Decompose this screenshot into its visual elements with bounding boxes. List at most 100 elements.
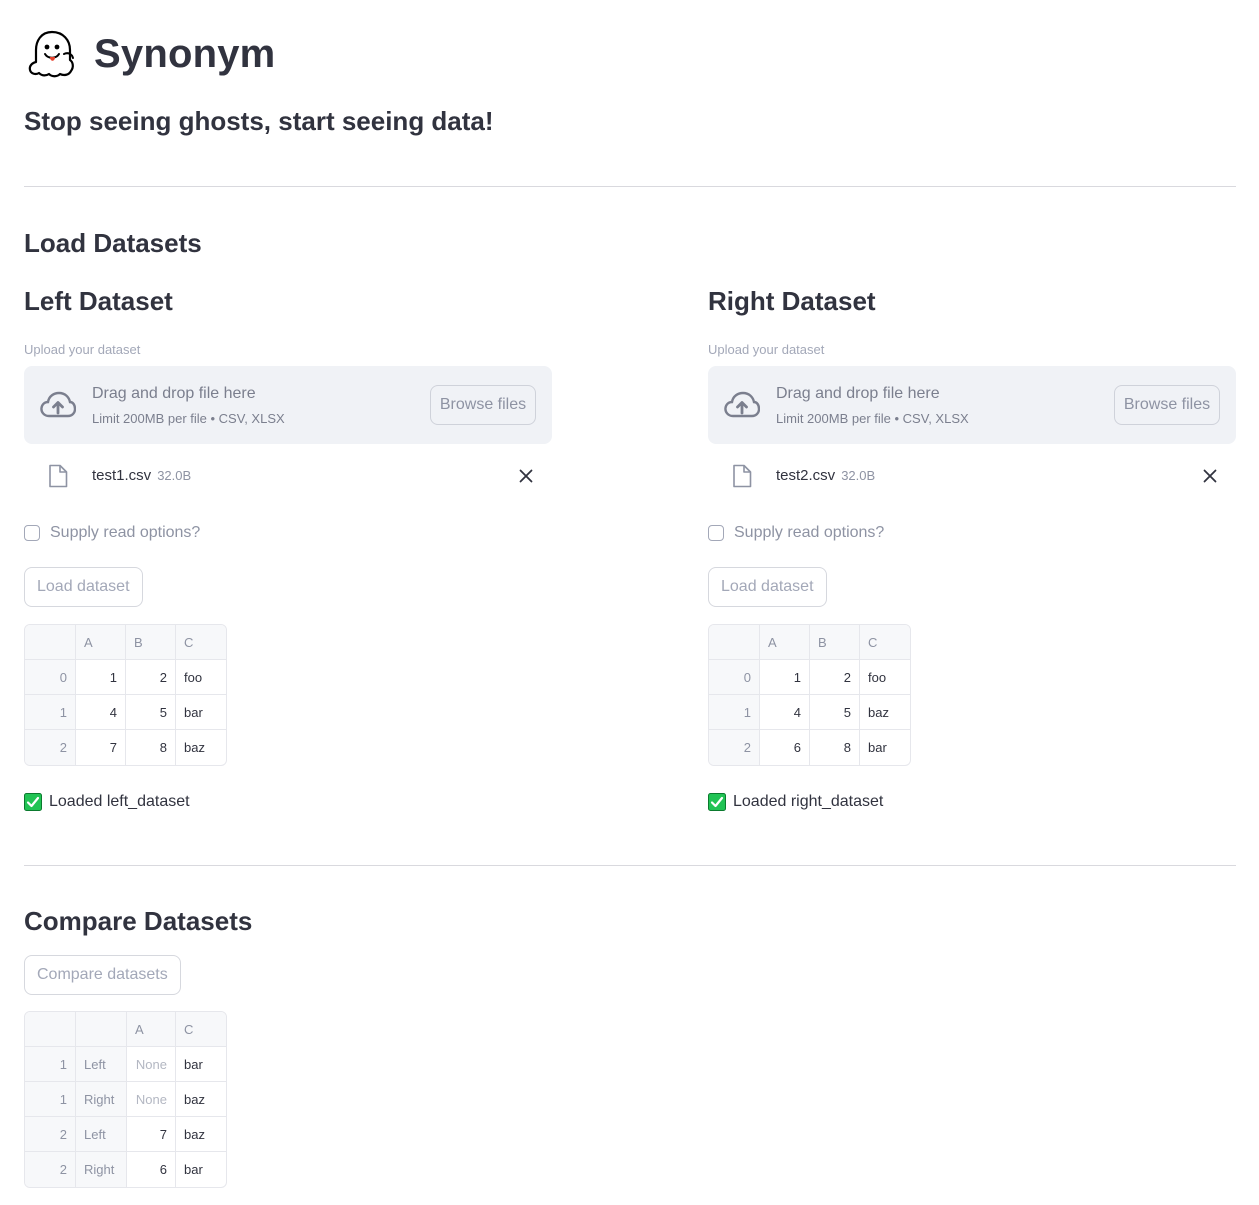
- file-icon: [49, 464, 68, 488]
- column-header: [76, 1012, 127, 1047]
- table-row: 2 6 8 bar: [709, 730, 910, 765]
- cell: 6: [760, 730, 810, 765]
- left-file-dropzone[interactable]: Drag and drop file here Limit 200MB per …: [24, 366, 552, 444]
- cell: foo: [860, 660, 910, 695]
- column-header: [25, 625, 76, 660]
- column-header: A: [760, 625, 810, 660]
- row-index: 1: [25, 1047, 76, 1082]
- left-dropzone-instructions: Drag and drop file here: [92, 385, 256, 402]
- table-row: 0 1 2 foo: [709, 660, 910, 695]
- row-index: 0: [25, 660, 76, 695]
- cell: 6: [127, 1152, 176, 1187]
- cell: bar: [184, 1162, 203, 1177]
- right-upload-label: Upload your dataset: [708, 342, 825, 357]
- cell: 8: [126, 730, 176, 765]
- right-read-options-checkbox[interactable]: Supply read options?: [708, 521, 1236, 545]
- cell: baz: [176, 1082, 226, 1117]
- column-header: A: [127, 1012, 176, 1047]
- row-index: 2: [25, 730, 76, 765]
- row-side: Left: [76, 1117, 127, 1152]
- left-uploaded-file: test1.csv 32.0B: [24, 444, 552, 502]
- row-index: 2: [25, 1152, 76, 1187]
- checkbox-box[interactable]: [708, 525, 724, 541]
- divider: [24, 865, 1236, 866]
- right-load-dataset-button[interactable]: Load dataset: [708, 567, 827, 607]
- column-header: B: [810, 625, 860, 660]
- left-dataset-title: Left Dataset: [24, 286, 173, 316]
- column-header: B: [126, 625, 176, 660]
- comparison-dataframe: A C 1 Left None bar 1 Right None baz 2 L…: [24, 1011, 227, 1188]
- cloud-upload-icon: [40, 391, 76, 418]
- cell: 1: [760, 660, 810, 695]
- cell: 8: [810, 730, 860, 765]
- cell: 7: [127, 1117, 176, 1152]
- cell: baz: [860, 695, 910, 730]
- row-side: Left: [76, 1047, 127, 1082]
- right-file-dropzone[interactable]: Drag and drop file here Limit 200MB per …: [708, 366, 1236, 444]
- right-dataset-column: Right Dataset Upload your dataset Drag a…: [708, 286, 1236, 811]
- check-box-icon: [24, 793, 42, 811]
- right-read-options-label: Supply read options?: [734, 524, 885, 541]
- compare-datasets-heading: Compare Datasets: [24, 906, 253, 936]
- close-icon[interactable]: [1202, 468, 1218, 484]
- column-header: [709, 625, 760, 660]
- cell: 2: [810, 660, 860, 695]
- table-row: 1 Left None bar: [25, 1047, 226, 1082]
- table-row: 1 Right None baz: [25, 1082, 226, 1117]
- left-dropzone-limits: Limit 200MB per file • CSV, XLSX: [92, 411, 285, 426]
- app-tagline: Stop seeing ghosts, start seeing data!: [24, 106, 494, 136]
- app-title: Synonym: [94, 31, 276, 76]
- file-icon: [733, 464, 752, 488]
- table-row: 1 4 5 baz: [709, 695, 910, 730]
- column-header: A: [76, 625, 126, 660]
- left-read-options-label: Supply read options?: [50, 524, 201, 541]
- cell: bar: [868, 740, 887, 755]
- cell: 4: [76, 695, 126, 730]
- row-index: 0: [709, 660, 760, 695]
- left-file-name: test1.csv: [92, 467, 152, 484]
- left-read-options-checkbox[interactable]: Supply read options?: [24, 521, 552, 545]
- compare-datasets-button[interactable]: Compare datasets: [24, 955, 181, 995]
- cell: None: [127, 1082, 176, 1117]
- load-datasets-heading: Load Datasets: [24, 228, 202, 258]
- check-box-icon: [708, 793, 726, 811]
- cell: None: [127, 1047, 176, 1082]
- right-file-name: test2.csv: [776, 467, 836, 484]
- left-browse-files-button[interactable]: Browse files: [430, 385, 536, 425]
- right-dataframe: A B C 0 1 2 foo 1 4 5 baz 2 6 8 bar: [708, 624, 911, 766]
- left-file-size: 32.0B: [157, 468, 192, 483]
- column-header: C: [176, 1012, 226, 1047]
- row-side: Right: [76, 1082, 127, 1117]
- table-row: 2 Right 6 bar: [25, 1152, 226, 1187]
- cell: 4: [760, 695, 810, 730]
- right-dropzone-instructions: Drag and drop file here: [776, 385, 940, 402]
- left-status-text: Loaded left_dataset: [49, 793, 190, 810]
- checkbox-box[interactable]: [24, 525, 40, 541]
- table-row: 2 Left 7 baz: [25, 1117, 226, 1152]
- column-header: C: [860, 625, 910, 660]
- cell: 2: [126, 660, 176, 695]
- column-header: C: [176, 625, 226, 660]
- left-load-dataset-button[interactable]: Load dataset: [24, 567, 143, 607]
- row-index: 1: [25, 695, 76, 730]
- app-header: Synonym: [24, 26, 275, 82]
- row-index: 1: [709, 695, 760, 730]
- left-dataset-column: Left Dataset Upload your dataset Drag an…: [24, 286, 552, 811]
- cell: baz: [184, 740, 205, 755]
- right-status-text: Loaded right_dataset: [733, 793, 884, 810]
- cell: 5: [810, 695, 860, 730]
- right-browse-files-button[interactable]: Browse files: [1114, 385, 1220, 425]
- right-uploaded-file: test2.csv 32.0B: [708, 444, 1236, 502]
- left-load-status: Loaded left_dataset: [24, 793, 552, 811]
- row-index: 2: [25, 1117, 76, 1152]
- cell: 1: [76, 660, 126, 695]
- column-header: [25, 1012, 76, 1047]
- cell: 5: [126, 695, 176, 730]
- right-file-size: 32.0B: [841, 468, 876, 483]
- left-dataframe: A B C 0 1 2 foo 1 4 5 bar 2 7 8 baz: [24, 624, 227, 766]
- right-dataset-title: Right Dataset: [708, 286, 876, 316]
- row-index: 1: [25, 1082, 76, 1117]
- cell: bar: [176, 1047, 226, 1082]
- cell: baz: [176, 1117, 226, 1152]
- close-icon[interactable]: [518, 468, 534, 484]
